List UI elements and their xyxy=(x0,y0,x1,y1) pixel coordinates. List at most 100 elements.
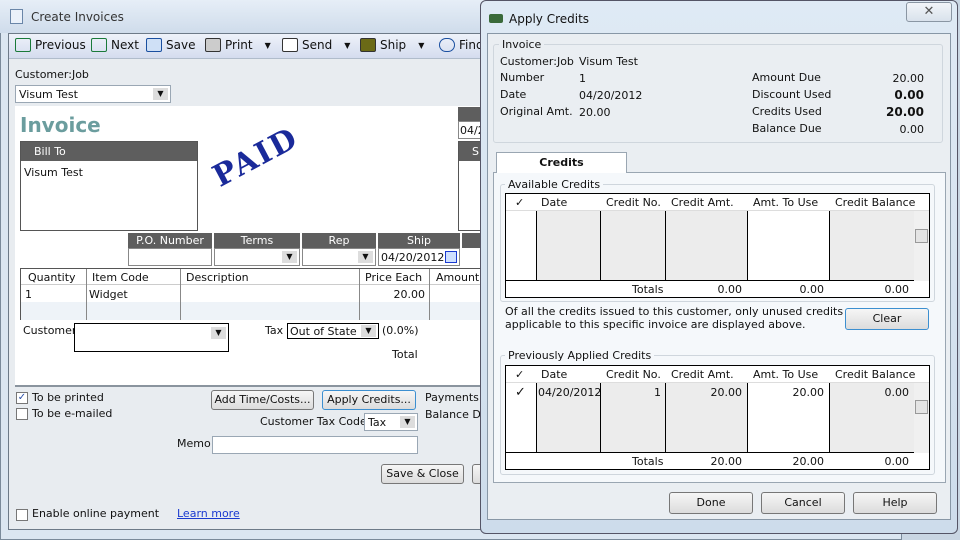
print-button[interactable]: Print ▼ xyxy=(205,38,271,52)
calendar-icon[interactable] xyxy=(445,251,457,263)
find-button[interactable]: Find xyxy=(439,38,484,52)
ship-date-value: 04/20/2012 xyxy=(381,251,445,264)
available-credits-label: Available Credits xyxy=(505,178,604,191)
save-close-button[interactable]: Save & Close xyxy=(381,464,464,484)
previously-applied-label: Previously Applied Credits xyxy=(505,349,655,362)
memo-input[interactable] xyxy=(212,436,418,454)
amount-due-value: 20.00 xyxy=(892,72,925,85)
row-date: 04/20/2012 xyxy=(538,386,602,399)
col-quantity: Quantity xyxy=(28,271,76,284)
next-icon xyxy=(91,38,107,52)
cancel-button[interactable]: Cancel xyxy=(761,492,845,514)
customer-job-value: Visum Test xyxy=(579,55,638,68)
tax-label: Tax xyxy=(265,324,284,337)
customer-tax-code-label: Customer Tax Code xyxy=(260,415,367,428)
item-code-cell: Widget xyxy=(89,288,128,301)
invoice-window-icon xyxy=(10,9,23,24)
clear-button[interactable]: Clear xyxy=(845,308,929,330)
help-button[interactable]: Help xyxy=(853,492,937,514)
row-amt-to-use[interactable]: 20.00 xyxy=(748,386,825,399)
discount-used-label: Discount Used xyxy=(752,88,832,101)
balance-due-value: 0.00 xyxy=(899,123,925,136)
invoice-group-label: Invoice xyxy=(499,38,545,51)
envelope-icon xyxy=(282,38,298,52)
next-label: Next xyxy=(111,38,139,52)
original-amt-label: Original Amt. xyxy=(500,105,573,118)
col-credit-amt: Credit Amt. xyxy=(671,368,734,381)
to-be-printed-checkbox[interactable]: ✓ xyxy=(16,392,28,404)
total-amt-to-use: 0.00 xyxy=(799,283,825,296)
printer-icon xyxy=(205,38,221,52)
customer-job-select[interactable]: Visum Test ▼ xyxy=(15,85,171,103)
col-credit-no: Credit No. xyxy=(606,196,661,209)
table-row[interactable]: 1 Widget 20.00 xyxy=(21,286,491,302)
col-check: ✓ xyxy=(515,196,525,209)
send-dropdown-icon[interactable]: ▼ xyxy=(344,41,350,50)
credits-used-value: 20.00 xyxy=(886,105,924,119)
save-icon xyxy=(146,38,162,52)
ship-button[interactable]: Ship ▼ xyxy=(360,38,424,52)
customer-job-label: Customer:Job xyxy=(15,68,89,81)
tax-rate: (0.0%) xyxy=(382,324,419,337)
enable-online-payment-checkbox[interactable] xyxy=(16,509,28,521)
row-credit-balance: 0.00 xyxy=(884,386,910,399)
chevron-down-icon: ▼ xyxy=(358,251,373,263)
bill-to-box[interactable]: Bill To Visum Test xyxy=(20,141,198,231)
next-button[interactable]: Next xyxy=(91,38,139,52)
customer-tax-code-select[interactable]: Tax ▼ xyxy=(364,413,418,431)
done-button[interactable]: Done xyxy=(669,492,753,514)
to-be-printed-label: To be printed xyxy=(32,391,104,404)
customer-tax-code-value: Tax xyxy=(368,416,387,429)
table-row[interactable]: ✓ 04/20/2012 1 20.00 20.00 0.00 xyxy=(506,384,914,400)
po-number-label: P.O. Number xyxy=(128,233,212,248)
col-price-each: Price Each xyxy=(365,271,423,284)
save-label: Save xyxy=(166,38,196,52)
rep-select[interactable]: ▼ xyxy=(302,248,376,266)
available-credits-table[interactable]: ✓ Date Credit No. Credit Amt. Amt. To Us… xyxy=(505,193,930,298)
note-line-2: applicable to this specific invoice are … xyxy=(505,318,806,331)
col-date: Date xyxy=(541,196,568,209)
tab-credits[interactable]: Credits xyxy=(496,152,627,173)
scroll-thumb[interactable] xyxy=(915,400,928,414)
previous-icon xyxy=(15,38,31,52)
col-description: Description xyxy=(186,271,249,284)
ship-dropdown-icon[interactable]: ▼ xyxy=(418,41,424,50)
memo-label: Memo xyxy=(177,437,211,450)
apply-credits-button[interactable]: Apply Credits... xyxy=(322,390,416,410)
to-be-emailed-checkbox[interactable] xyxy=(16,408,28,420)
ship-date-field[interactable]: 04/20/2012 xyxy=(378,248,460,266)
learn-more-link[interactable]: Learn more xyxy=(177,507,240,520)
tax-select[interactable]: Out of State ▼ xyxy=(287,323,379,339)
row-checkmark[interactable]: ✓ xyxy=(515,385,526,400)
bill-to-label: Bill To xyxy=(21,142,197,161)
scrollbar[interactable] xyxy=(914,383,929,453)
terms-select[interactable]: ▼ xyxy=(214,248,300,266)
quantity-cell: 1 xyxy=(25,288,32,301)
save-button[interactable]: Save xyxy=(146,38,195,52)
add-time-costs-button[interactable]: Add Time/Costs... xyxy=(211,390,314,410)
enable-online-payment-label: Enable online payment xyxy=(32,507,160,520)
money-icon xyxy=(489,14,503,23)
scrollbar[interactable] xyxy=(914,211,929,281)
number-label: Number xyxy=(500,71,545,84)
col-credit-balance: Credit Balance xyxy=(835,196,916,209)
empty-row[interactable] xyxy=(21,302,491,320)
col-check: ✓ xyxy=(515,368,525,381)
col-amt-to-use: Amt. To Use xyxy=(753,368,819,381)
form-title: Invoice xyxy=(20,113,101,137)
col-amount: Amount xyxy=(436,271,480,284)
scroll-thumb[interactable] xyxy=(915,229,928,243)
previously-applied-table[interactable]: ✓ Date Credit No. Credit Amt. Amt. To Us… xyxy=(505,365,930,470)
chevron-down-icon: ▼ xyxy=(211,327,226,339)
print-dropdown-icon[interactable]: ▼ xyxy=(265,41,271,50)
close-button[interactable]: ✕ xyxy=(906,2,952,22)
send-button[interactable]: Send ▼ xyxy=(282,38,350,52)
customer-message-select[interactable]: ▼ xyxy=(74,323,229,352)
original-amt-value: 20.00 xyxy=(579,106,611,119)
number-value: 1 xyxy=(579,72,586,85)
dialog-title: Apply Credits xyxy=(509,12,590,26)
previous-button[interactable]: Previous xyxy=(15,38,86,52)
po-number-field[interactable] xyxy=(128,248,212,266)
row-credit-amt: 20.00 xyxy=(710,386,743,399)
note-line-1: Of all the credits issued to this custom… xyxy=(505,305,844,318)
